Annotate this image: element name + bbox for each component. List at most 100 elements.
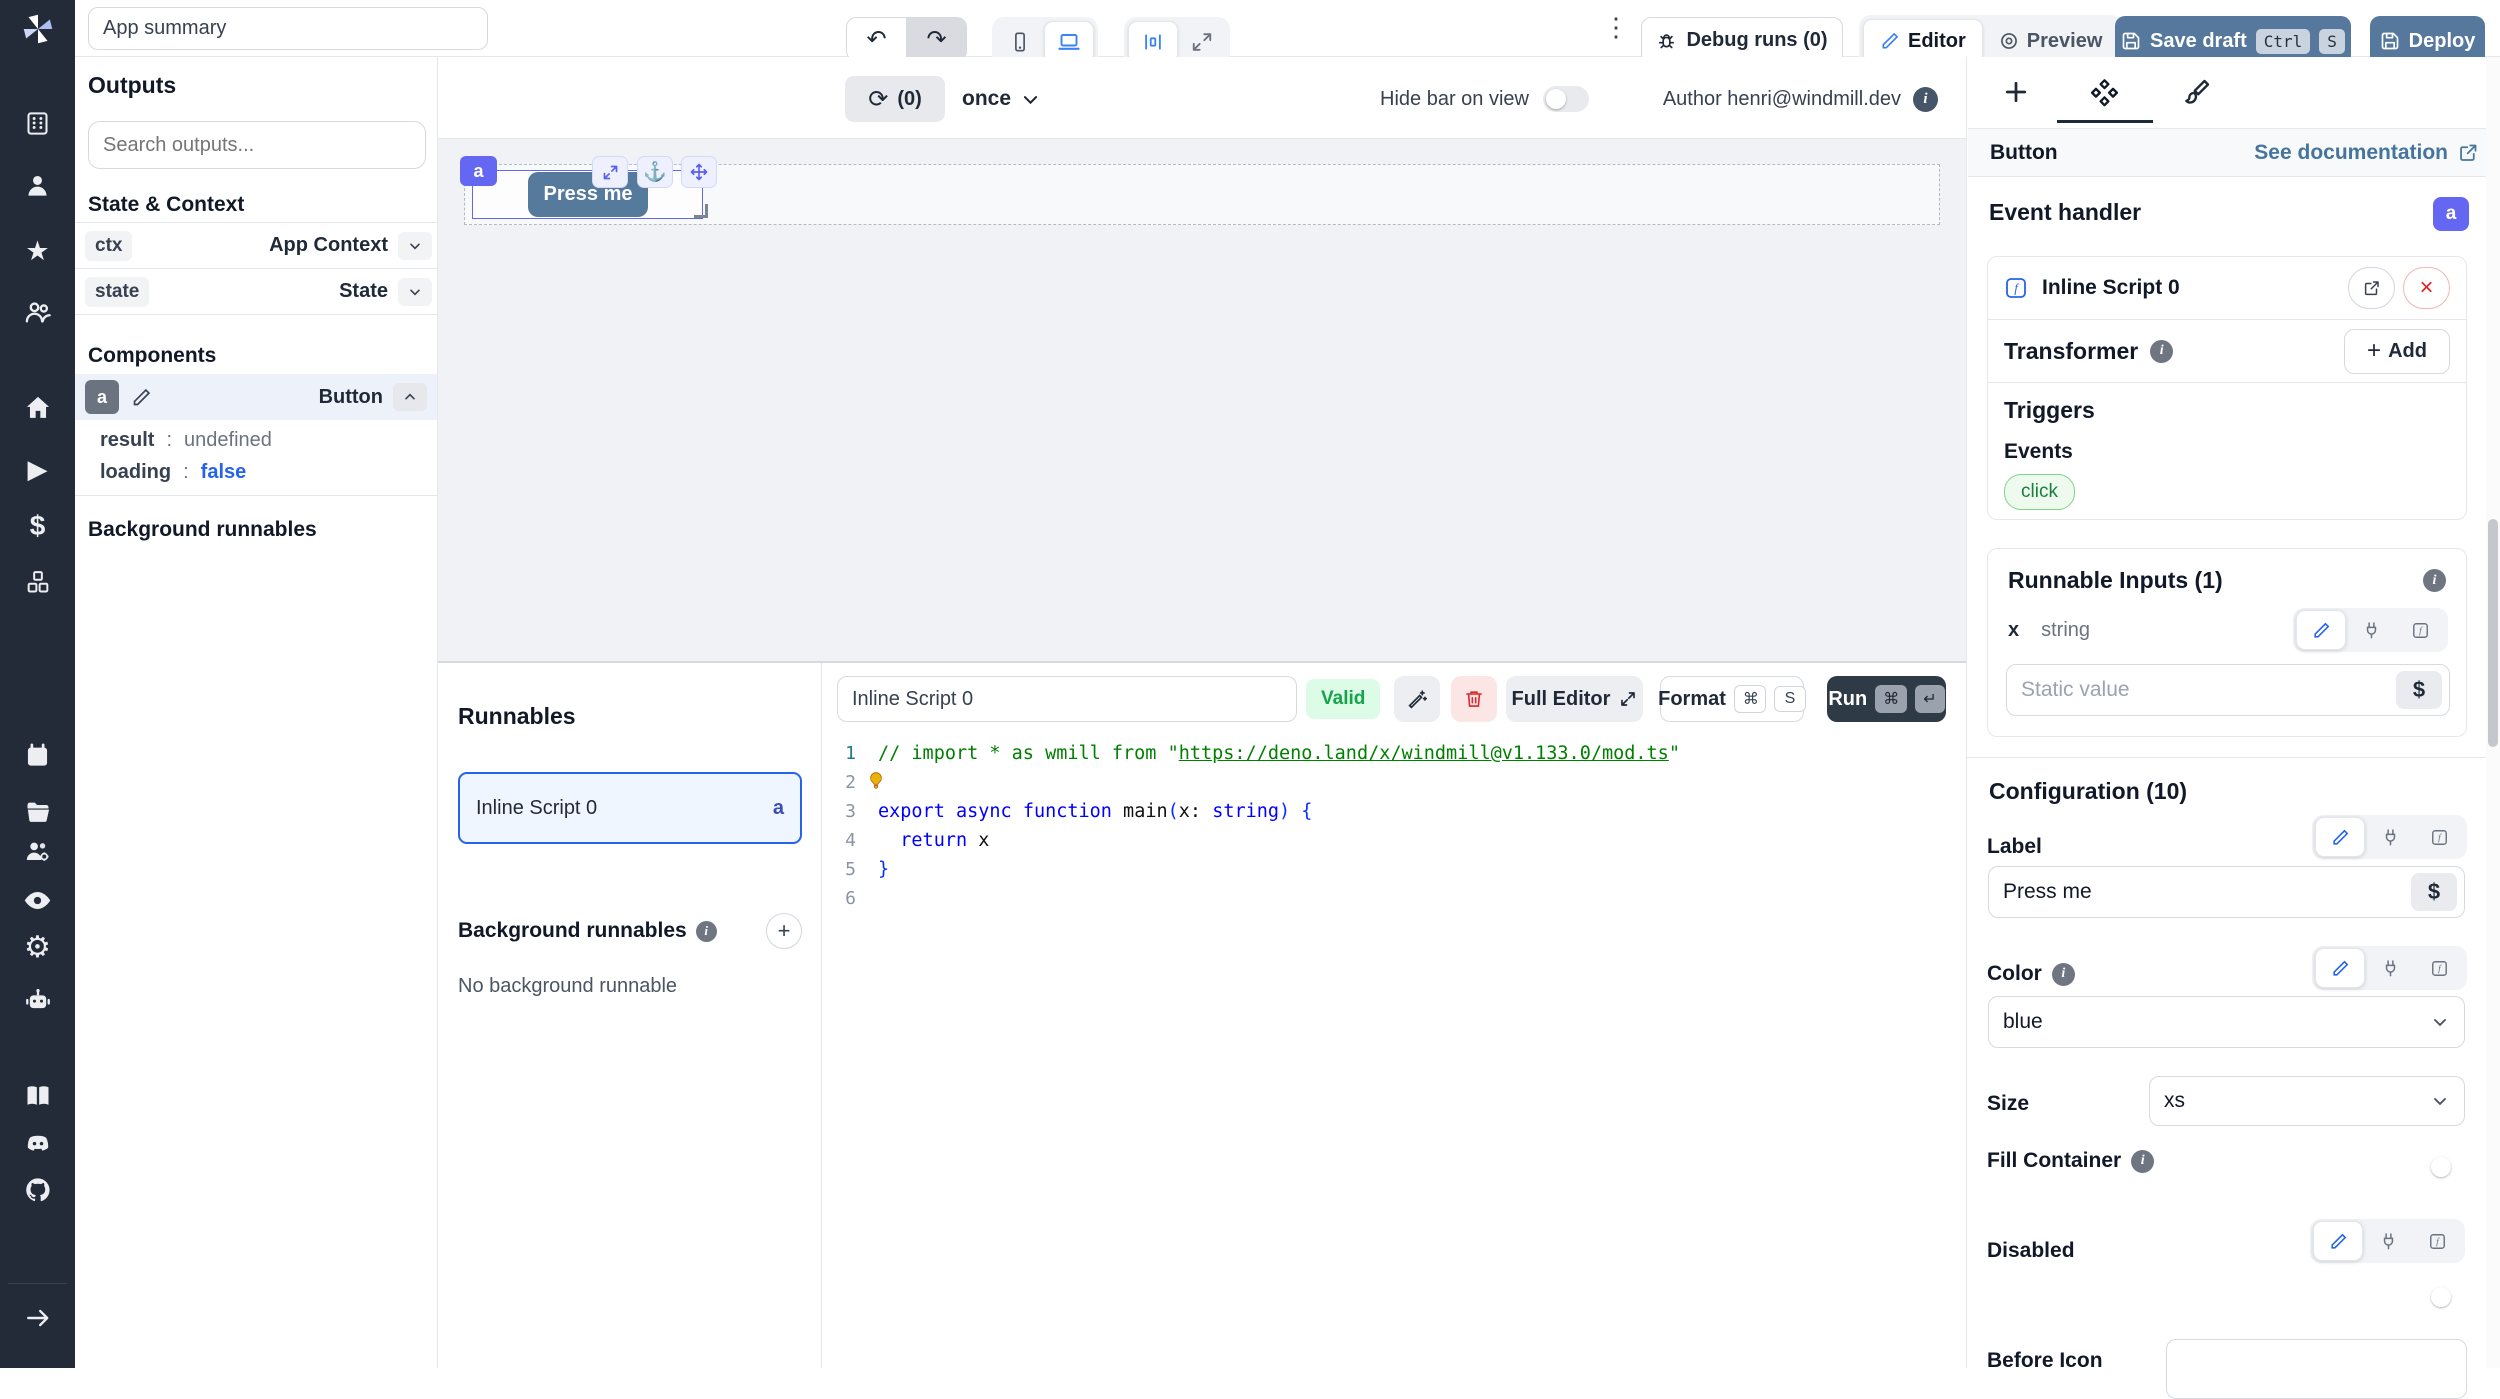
eval-mode-button[interactable]: f (2415, 949, 2464, 987)
add-background-runnable-button[interactable]: + (766, 913, 802, 949)
hide-bar-toggle[interactable] (1543, 86, 1589, 112)
code-editor[interactable]: 1// import * as wmill from "https://deno… (822, 739, 1966, 913)
code-line-3[interactable]: 3export async function main(x: string) { (822, 797, 1966, 826)
author-info-icon[interactable]: i (1913, 87, 1938, 112)
discord-icon[interactable] (0, 1129, 75, 1157)
transformer-info-icon[interactable]: i (2150, 340, 2173, 363)
insert-variable-button[interactable]: $ (2396, 671, 2442, 709)
external-link-icon[interactable] (2458, 142, 2479, 163)
more-options-kebab-icon[interactable]: ⋮ (1603, 12, 1630, 43)
open-script-button[interactable] (2348, 267, 2395, 309)
state-expand-chevron-icon[interactable] (398, 278, 432, 306)
resources-cubes-icon[interactable] (0, 568, 75, 596)
color-select[interactable]: blue (1988, 996, 2465, 1048)
ctx-expand-chevron-icon[interactable] (398, 232, 432, 260)
before-icon-select[interactable] (2166, 1339, 2467, 1399)
ctx-row[interactable]: ctx App Context (85, 223, 432, 268)
size-select[interactable]: xs (2149, 1076, 2465, 1126)
info-icon[interactable]: i (696, 921, 717, 942)
scrollbar-thumb[interactable] (2488, 519, 2498, 747)
fill-container-info-icon[interactable]: i (2131, 1150, 2154, 1173)
tab-component-settings[interactable] (2089, 77, 2120, 108)
code-line-1[interactable]: 1// import * as wmill from "https://deno… (822, 739, 1966, 768)
windmill-logo-icon[interactable] (0, 10, 75, 48)
label-value-field[interactable]: Press me $ (1988, 866, 2465, 918)
component-collapse-chevron-icon[interactable] (393, 383, 427, 411)
lightbulb-icon[interactable] (866, 771, 886, 791)
static-mode-button[interactable] (2315, 817, 2365, 857)
run-button[interactable]: Run ⌘ ↵ (1827, 676, 1946, 722)
user-icon[interactable] (0, 172, 75, 199)
inline-script-row[interactable]: f Inline Script 0 × (1988, 257, 2466, 320)
code-line-2[interactable]: 2 (822, 768, 1966, 797)
rename-pencil-icon[interactable] (131, 387, 152, 408)
ai-robot-icon[interactable] (0, 986, 75, 1014)
workspace-icon[interactable] (0, 110, 75, 137)
static-value-field[interactable]: Static value $ (2006, 664, 2450, 716)
runs-play-icon[interactable]: ▶ (0, 454, 75, 485)
schedules-calendar-icon[interactable] (0, 742, 75, 769)
code-line-6[interactable]: 6 (822, 884, 1966, 913)
runnable-item-inline-script-0[interactable]: Inline Script 0 a (458, 772, 802, 844)
eval-mode-button[interactable]: f (2413, 1222, 2462, 1260)
app-canvas[interactable]: Press me a ⚓ (438, 139, 1966, 661)
connect-mode-button[interactable] (2346, 611, 2395, 649)
preview-disc-icon (1999, 31, 2019, 51)
github-icon[interactable] (0, 1176, 75, 1204)
ai-wand-button[interactable] (1394, 676, 1440, 722)
undo-button[interactable]: ↶ (846, 17, 907, 61)
home-icon[interactable] (0, 394, 75, 422)
component-row-a[interactable]: a Button (75, 374, 437, 420)
state-row[interactable]: state State (85, 269, 432, 314)
script-name-input[interactable] (837, 676, 1297, 722)
resize-handle[interactable] (694, 204, 708, 218)
code-line-4[interactable]: 4 return x (822, 826, 1966, 855)
collapse-arrow-icon[interactable] (0, 1305, 75, 1331)
redo-button[interactable]: ↷ (907, 17, 967, 61)
favorites-star-icon[interactable]: ★ (0, 236, 75, 267)
settings-gear-icon[interactable]: ⚙ (0, 930, 75, 965)
see-documentation-link[interactable]: See documentation (2254, 141, 2448, 165)
app-summary-input[interactable] (88, 7, 488, 50)
static-mode-button[interactable] (2315, 948, 2365, 988)
press-me-button[interactable]: Press me (528, 172, 648, 217)
panel-scrollbar[interactable] (2486, 57, 2500, 1368)
format-button[interactable]: Format ⌘ S (1660, 676, 1804, 722)
component-type-header: Button See documentation (1968, 128, 2500, 177)
mobile-view-button[interactable] (996, 22, 1044, 62)
workers-icon[interactable] (0, 838, 75, 865)
code-line-5[interactable]: 5} (822, 855, 1966, 884)
eval-mode-button[interactable]: f (2396, 611, 2445, 649)
docs-book-icon[interactable] (0, 1082, 75, 1110)
preview-tab[interactable]: Preview (1983, 20, 2119, 62)
tab-insert-component[interactable] (2001, 77, 2031, 107)
remove-script-button[interactable]: × (2403, 267, 2450, 309)
anchor-component-button[interactable]: ⚓ (637, 156, 673, 188)
schedule-dropdown[interactable]: once (962, 76, 1040, 122)
add-transformer-button[interactable]: + Add (2344, 329, 2450, 374)
move-component-button[interactable] (681, 156, 717, 188)
insert-variable-button[interactable]: $ (2411, 873, 2457, 911)
valid-badge: Valid (1306, 679, 1380, 719)
audit-eye-icon[interactable] (0, 886, 75, 915)
component-result-row: result : undefined (100, 425, 272, 455)
ctx-type: App Context (269, 234, 388, 257)
connect-mode-button[interactable] (2365, 949, 2414, 987)
runnable-inputs-info-icon[interactable]: i (2423, 569, 2446, 592)
static-mode-button[interactable] (2313, 1221, 2363, 1261)
connect-mode-button[interactable] (2363, 1222, 2412, 1260)
expand-component-button[interactable] (592, 156, 628, 188)
eval-mode-button[interactable]: f (2415, 818, 2464, 856)
folders-icon[interactable] (0, 798, 75, 826)
static-mode-button[interactable] (2296, 610, 2346, 650)
refresh-runs-button[interactable]: ⟳ (0) (845, 76, 945, 122)
full-editor-button[interactable]: Full Editor (1506, 676, 1643, 722)
tab-styling[interactable] (2182, 77, 2212, 107)
connect-mode-button[interactable] (2365, 818, 2414, 856)
search-outputs-input[interactable] (88, 121, 426, 169)
delete-script-button[interactable] (1451, 676, 1497, 722)
fullscreen-canvas-button[interactable] (1178, 22, 1226, 62)
groups-icon[interactable] (0, 298, 75, 326)
variables-dollar-icon[interactable]: $ (0, 510, 75, 542)
color-info-icon[interactable]: i (2052, 963, 2075, 986)
